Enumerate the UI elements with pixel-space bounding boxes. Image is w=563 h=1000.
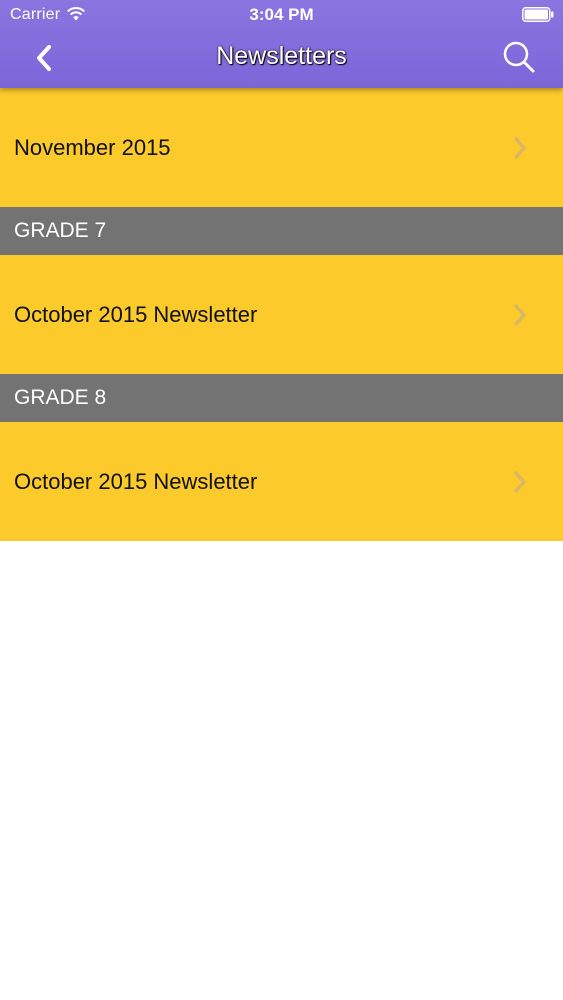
status-bar: Carrier 3:04 PM: [0, 0, 563, 30]
list-item-october-2015-grade-8[interactable]: October 2015 Newsletter: [0, 422, 563, 541]
section-header-grade-8: GRADE 8: [0, 374, 563, 422]
list-item-november-2015[interactable]: November 2015: [0, 88, 563, 207]
list-item-label: November 2015: [14, 134, 171, 160]
page-title: Newsletters: [216, 42, 347, 70]
list-item-label: October 2015 Newsletter: [14, 301, 258, 327]
battery-icon: [522, 7, 554, 22]
chevron-right-icon: [514, 303, 526, 326]
status-time: 3:04 PM: [249, 5, 314, 24]
search-icon: [503, 41, 535, 73]
navigation-bar: Newsletters: [0, 30, 563, 88]
list-item-october-2015-grade-7[interactable]: October 2015 Newsletter: [0, 255, 563, 374]
top-bar: Carrier 3:04 PM Newsletters: [0, 0, 563, 88]
search-button[interactable]: [498, 36, 540, 78]
section-header-grade-7: GRADE 7: [0, 207, 563, 255]
chevron-right-icon: [514, 136, 526, 159]
newsletter-list: November 2015 GRADE 7 October 2015 Newsl…: [0, 88, 563, 541]
list-item-label: October 2015 Newsletter: [14, 468, 258, 494]
chevron-right-icon: [514, 470, 526, 493]
